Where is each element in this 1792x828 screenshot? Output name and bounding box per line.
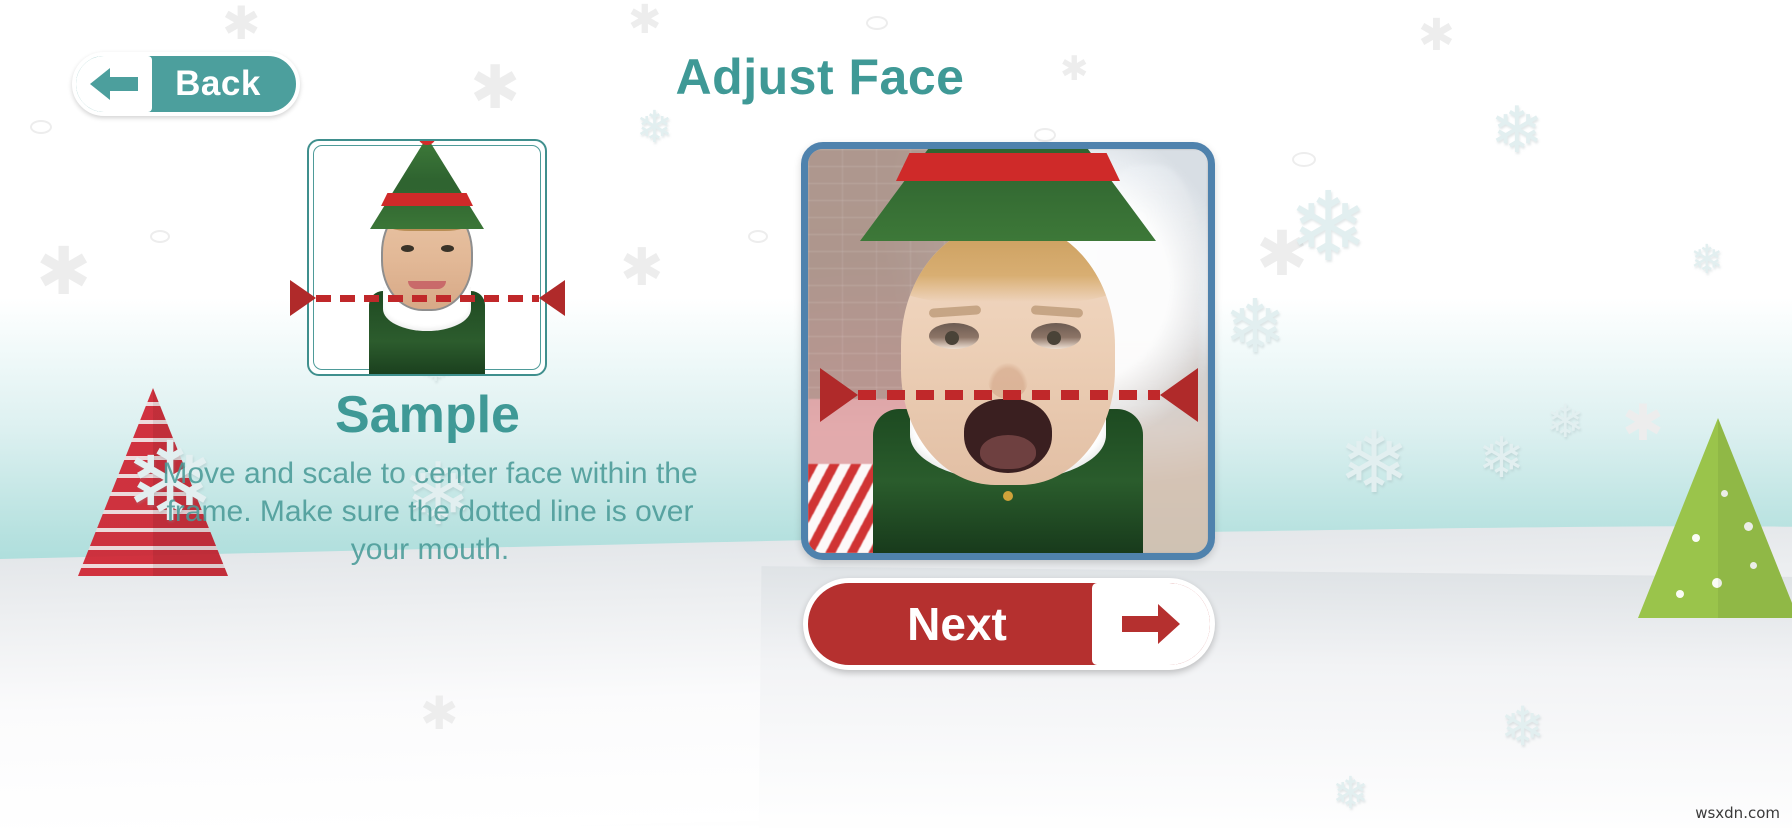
ring-flake-icon [1292, 152, 1316, 167]
sample-preview-frame [307, 139, 547, 376]
user-tongue [980, 435, 1036, 469]
back-icon-container [76, 56, 152, 112]
elf-costume-button [1003, 491, 1013, 501]
instructions-text: Move and scale to center face within the… [162, 457, 698, 566]
arrow-left-icon [90, 68, 138, 100]
user-eyebrow-left [928, 305, 982, 318]
user-nose [988, 363, 1028, 399]
arrow-right-icon [1122, 604, 1180, 644]
ring-flake-icon [1034, 128, 1056, 142]
user-mouth [964, 399, 1052, 473]
sample-hat-pompom [418, 141, 436, 145]
sample-elf-hat [370, 141, 484, 229]
ring-flake-icon [30, 120, 52, 134]
page-title: Adjust Face [675, 49, 965, 105]
sample-eye-right [441, 245, 454, 252]
sample-mouth [408, 281, 446, 289]
sample-hat-band [381, 193, 473, 206]
user-eye-left [929, 323, 979, 349]
user-eyebrow-right [1030, 305, 1084, 318]
photo-content[interactable] [808, 149, 1208, 553]
next-button[interactable]: Next [803, 578, 1215, 670]
next-button-label: Next [907, 598, 1007, 650]
sample-label: Sample [335, 386, 520, 444]
user-face-cutout[interactable] [901, 223, 1115, 485]
sample-eye-left [401, 245, 414, 252]
next-icon-container [1092, 583, 1210, 665]
photo-adjust-frame[interactable] [801, 142, 1215, 560]
ring-flake-icon [866, 16, 888, 30]
back-button[interactable]: Back [72, 52, 300, 116]
watermark: wsxdn.com [1695, 804, 1780, 822]
adjust-face-screen: ✱ ✱ ✱ ✱ ✱ ✱ ✱ ✱ ✱ ✱ ❄ ❄ ❄ ❄ ❄ ❄ ❄ ❄ ❄ ❄ … [0, 0, 1792, 828]
elf-hat-band [896, 153, 1120, 181]
user-eye-right [1031, 323, 1081, 349]
ring-flake-icon [150, 230, 170, 243]
ring-flake-icon [748, 230, 768, 243]
back-button-label: Back [175, 64, 261, 103]
